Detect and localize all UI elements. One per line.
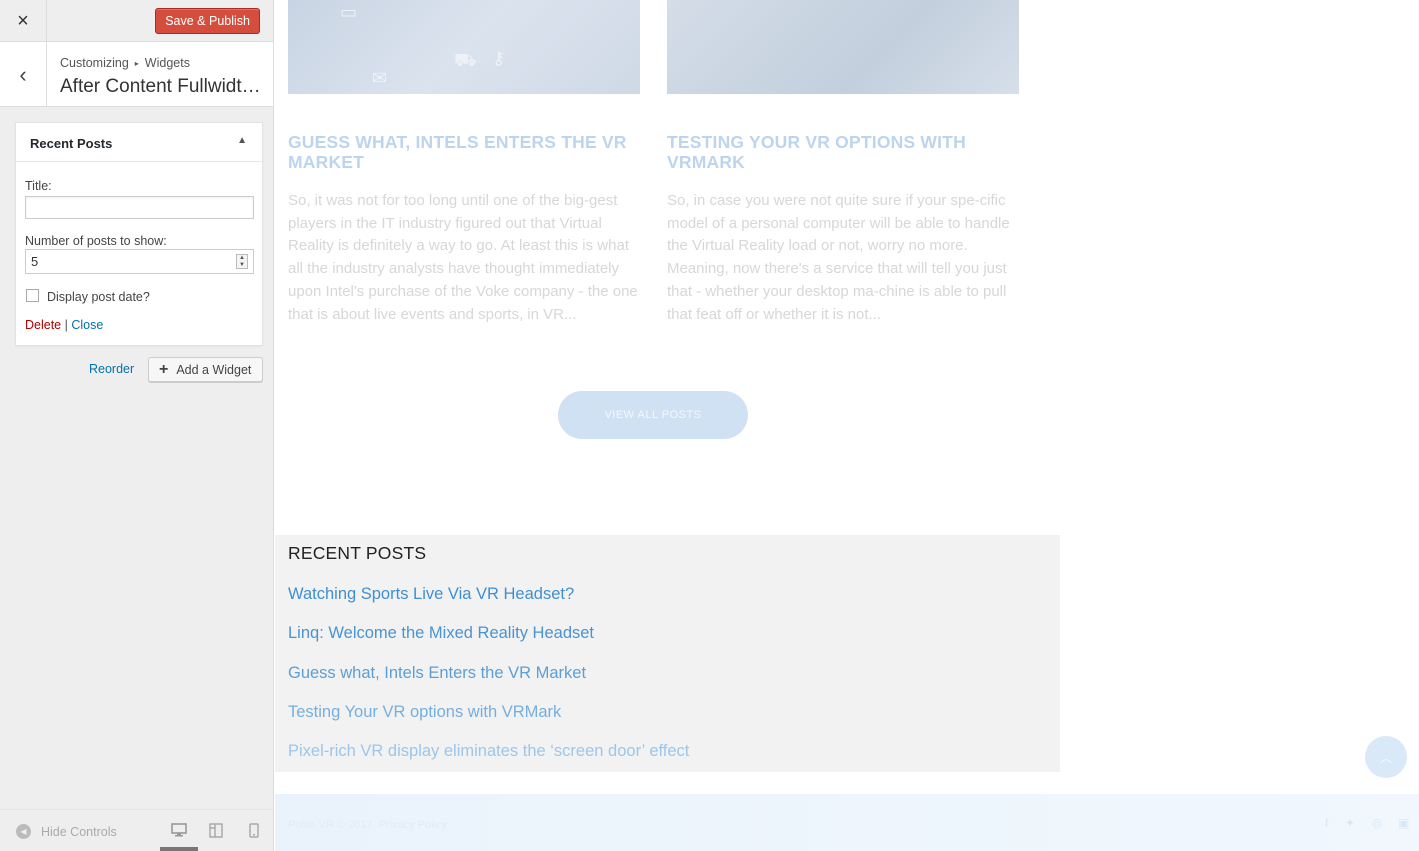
widget-title: Recent Posts <box>30 136 113 151</box>
recent-posts-section: RECENT POSTS Watching Sports Live Via VR… <box>275 535 1060 772</box>
num-posts-label: Number of posts to show: <box>25 234 167 248</box>
post-excerpt-1: So, it was not for too long until one of… <box>288 192 638 323</box>
save-publish-button[interactable]: Save & Publish <box>155 8 260 34</box>
close-link[interactable]: Close <box>71 318 103 332</box>
pinterest-icon[interactable]: ◎ <box>1372 816 1382 830</box>
widget-header[interactable]: Recent Posts ▲ <box>16 123 262 162</box>
mail-icon: ✉ <box>372 68 388 88</box>
section-title: After Content Fullwidth ... <box>60 76 267 97</box>
mobile-icon[interactable] <box>245 821 263 839</box>
section-header: ‹ Customizing ▸ Widgets After Content Full… <box>0 42 273 107</box>
post-thumbnail-1[interactable]: ▭ ⛟ ⚷ ✉ <box>288 0 640 94</box>
site-preview: ▭ ⛟ ⚷ ✉ GUESS WHAT, INTELS ENTERS THE VR… <box>275 0 1419 851</box>
back-chevron-icon[interactable]: ‹ <box>0 42 47 107</box>
title-input[interactable] <box>25 196 254 219</box>
youtube-icon[interactable]: ▣ <box>1398 816 1409 830</box>
customizer-footer: ◀ Hide Controls <box>0 809 273 851</box>
breadcrumb-child: Widgets <box>144 56 190 70</box>
facebook-icon[interactable]: f <box>1325 816 1328 830</box>
widget-actions: Delete | Close <box>25 318 103 332</box>
active-device-indicator <box>160 847 198 851</box>
recent-post-link[interactable]: Pixel-rich VR display eliminates the ‘sc… <box>288 742 689 761</box>
cart-icon: ⛟ <box>454 50 477 70</box>
breadcrumb: Customizing ▸ Widgets <box>60 56 190 70</box>
breadcrumb-root: Customizing <box>60 56 129 70</box>
recent-posts-heading: RECENT POSTS <box>288 543 427 563</box>
display-date-label: Display post date? <box>47 290 150 304</box>
breadcrumb-separator-icon: ▸ <box>134 59 139 68</box>
num-posts-value: 5 <box>31 254 39 269</box>
recent-post-link[interactable]: Linq: Welcome the Mixed Reality Headset <box>288 624 594 643</box>
tablet-icon[interactable] <box>207 821 225 839</box>
display-date-checkbox[interactable] <box>26 289 39 302</box>
post-title-2[interactable]: TESTING YOUR VR OPTIONS WITH VRMARK <box>667 132 1019 172</box>
desktop-icon[interactable] <box>170 821 188 839</box>
scroll-to-top-button[interactable]: ︿ <box>1365 736 1407 778</box>
recent-post-link[interactable]: Guess what, Intels Enters the VR Market <box>288 664 586 683</box>
add-widget-label: Add a Widget <box>176 362 252 377</box>
arrow-left-circle-icon: ◀ <box>16 824 31 839</box>
site-footer: Pulse VR © 2017. Privacy Policy f ✦ ◎ ▣ <box>275 794 1419 851</box>
view-all-posts-button[interactable]: VIEW ALL POSTS <box>558 391 748 439</box>
reorder-link[interactable]: Reorder <box>89 362 134 376</box>
chevron-up-icon: ︿ <box>1379 750 1392 765</box>
key-icon: ⚷ <box>492 48 506 68</box>
collapse-triangle-icon[interactable]: ▲ <box>237 135 247 146</box>
customizer-header: × Save & Publish <box>0 0 273 42</box>
delete-link[interactable]: Delete <box>25 318 61 332</box>
recent-post-link[interactable]: Watching Sports Live Via VR Headset? <box>288 585 574 604</box>
add-widget-button[interactable]: + Add a Widget <box>148 357 263 382</box>
post-thumbnail-2[interactable] <box>667 0 1019 94</box>
copyright-text: Pulse VR © 2017. Privacy Policy <box>288 819 448 831</box>
num-posts-input[interactable]: 5 ▲ ▼ <box>25 249 254 274</box>
recent-posts-widget: Recent Posts ▲ Title: Number of posts to… <box>15 122 263 346</box>
actions-separator: | <box>64 318 68 332</box>
twitter-icon[interactable]: ✦ <box>1345 816 1355 830</box>
title-label: Title: <box>25 179 52 193</box>
content-background <box>1032 0 1419 535</box>
hide-controls-button[interactable]: ◀ Hide Controls <box>16 824 117 839</box>
plus-icon: + <box>159 360 169 378</box>
post-title-1[interactable]: GUESS WHAT, INTELS ENTERS THE VR MARKET <box>288 132 640 172</box>
spinner-arrows-icon[interactable]: ▲ ▼ <box>236 254 248 269</box>
customizer-sidebar: × Save & Publish ‹ Customizing ▸ Widgets A… <box>0 0 274 851</box>
hide-controls-label: Hide Controls <box>41 824 117 839</box>
folder-icon: ▭ <box>340 2 358 22</box>
post-excerpt-2: So, in case you were not quite sure if y… <box>667 192 1010 323</box>
recent-post-link[interactable]: Testing Your VR options with VRMark <box>288 703 561 722</box>
close-icon[interactable]: × <box>0 0 47 42</box>
